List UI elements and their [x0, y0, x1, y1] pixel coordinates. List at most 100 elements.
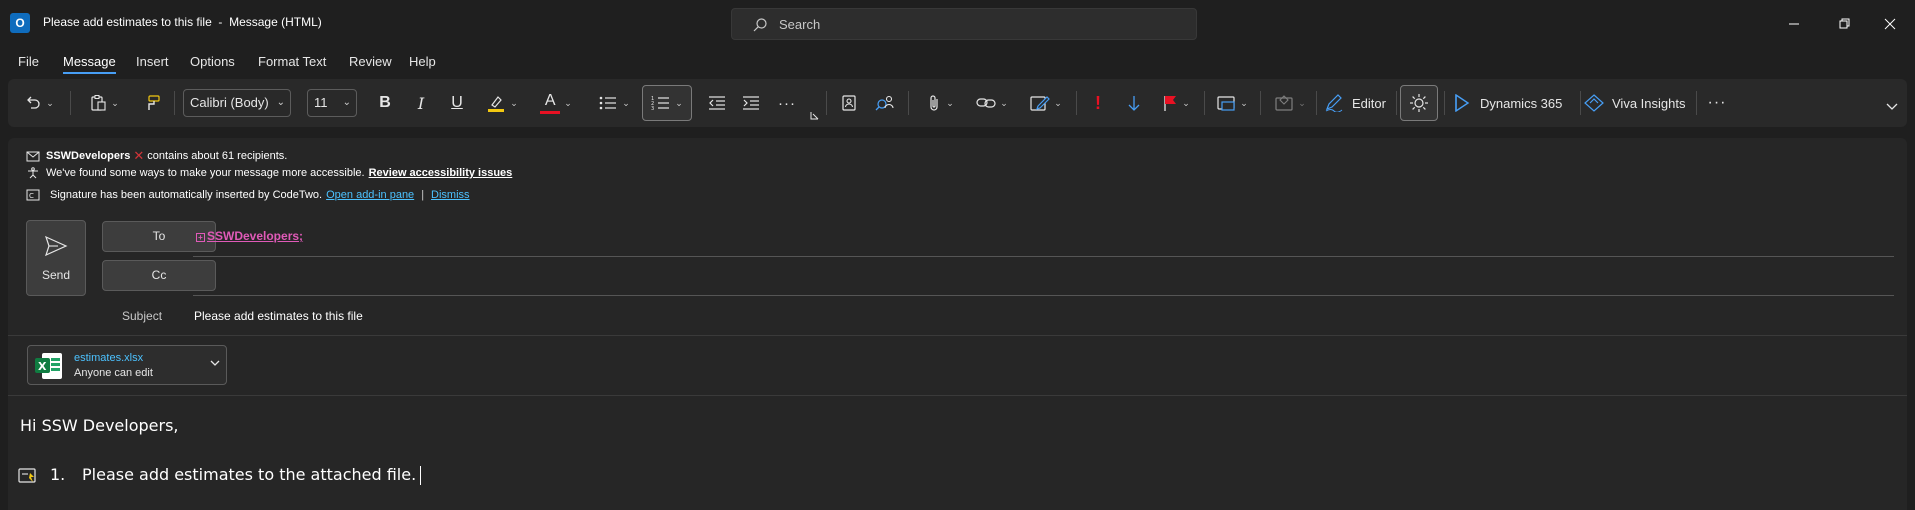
accessibility-infobar: We've found some ways to make your messa… [26, 167, 512, 179]
menu-help[interactable]: Help [409, 54, 436, 69]
viva-insights-button[interactable]: Viva Insights [1584, 89, 1696, 117]
font-name-select[interactable]: Calibri (Body) ⌄ [183, 89, 291, 117]
font-size-select[interactable]: 11 ⌄ [307, 89, 357, 117]
mail-icon [26, 151, 40, 162]
expand-group-icon[interactable]: + [196, 233, 205, 242]
highlight-button[interactable]: ⌄ [480, 89, 524, 117]
menu-review[interactable]: Review [349, 54, 392, 69]
increase-indent-icon [743, 96, 759, 110]
font-color-letter: A [544, 92, 556, 109]
increase-indent-button[interactable] [738, 89, 764, 117]
remove-icon[interactable]: ✕ [133, 148, 144, 164]
chevron-down-icon [1886, 103, 1898, 110]
accessibility-icon [28, 167, 38, 179]
ribbon-toolbar: ⌄ ⌄ Calibri (Body) ⌄ 11 ⌄ B I U ⌄ A ⌄ ⌄ … [8, 79, 1907, 127]
format-painter-button[interactable] [138, 89, 166, 117]
menu-insert[interactable]: Insert [136, 54, 169, 69]
undo-button[interactable]: ⌄ [16, 89, 62, 117]
bold-button[interactable]: B [372, 89, 398, 117]
low-importance-button[interactable] [1122, 89, 1146, 117]
window-title: Please add estimates to this file - Mess… [43, 15, 322, 29]
link-button[interactable]: ⌄ [970, 89, 1014, 117]
excel-file-icon: X [35, 353, 62, 379]
outlook-icon: O [10, 13, 30, 33]
cc-button[interactable]: Cc [102, 260, 216, 291]
to-suffix: ; [299, 229, 304, 243]
send-label: Send [41, 268, 71, 282]
open-add-in-pane-link[interactable]: Open add-in pane [326, 189, 414, 201]
send-icon [44, 235, 68, 257]
attach-file-button[interactable]: ⌄ [920, 89, 960, 117]
signature-button[interactable]: ⌄ [1024, 89, 1068, 117]
svg-text:X: X [38, 360, 47, 373]
body-greeting[interactable]: Hi SSW Developers, [20, 416, 179, 435]
search-input[interactable]: Search [731, 8, 1197, 40]
infobar-separator: | [421, 189, 425, 201]
immersive-reader-button[interactable] [1400, 85, 1438, 121]
dialog-launcher-button[interactable] [808, 109, 820, 121]
decrease-indent-button[interactable] [704, 89, 730, 117]
more-basic-text-button[interactable]: ··· [774, 89, 800, 117]
paperclip-icon [930, 95, 938, 111]
svg-text:C: C [29, 192, 34, 200]
menu-options[interactable]: Options [190, 54, 235, 69]
save-to-onenote-button[interactable]: ⌄ [1212, 89, 1252, 117]
underline-button[interactable]: U [444, 89, 470, 117]
attachment-card[interactable]: X estimates.xlsx Anyone can edit [27, 345, 227, 385]
list-item-text[interactable]: Please add estimates to the attached fil… [82, 465, 416, 484]
search-placeholder: Search [779, 17, 821, 32]
menu-format-text[interactable]: Format Text [258, 54, 326, 69]
sensitivity-icon [1275, 95, 1293, 111]
svg-text:3: 3 [651, 106, 654, 112]
address-book-icon [842, 95, 856, 111]
send-button[interactable]: Send [26, 220, 86, 296]
minimize-button[interactable] [1782, 12, 1806, 36]
to-field[interactable]: + SSWDevelopers; [196, 229, 303, 243]
dismiss-link[interactable]: Dismiss [431, 189, 470, 201]
more-options-button[interactable]: ··· [1704, 89, 1730, 117]
menu-message[interactable]: Message [63, 54, 116, 74]
chevron-down-icon: ⌄ [342, 97, 351, 108]
to-recipient[interactable]: SSWDevelopers [207, 229, 299, 243]
subject-input[interactable]: Please add estimates to this file [194, 309, 363, 323]
recipients-text: contains about 61 recipients. [147, 150, 288, 162]
list-number: 1. [50, 465, 66, 484]
archive-icon [1217, 96, 1235, 111]
address-book-button[interactable] [836, 89, 862, 117]
review-accessibility-link[interactable]: Review accessibility issues [369, 167, 513, 179]
dynamics-365-button[interactable]: Dynamics 365 [1454, 89, 1574, 117]
editor-button[interactable]: Editor [1324, 89, 1410, 117]
menu-file[interactable]: File [18, 54, 39, 69]
paste-button[interactable]: ⌄ [82, 89, 126, 117]
to-field-underline [193, 256, 1894, 257]
undo-icon [27, 96, 40, 109]
recipients-infobar: SSWDevelopers ✕ contains about 61 recipi… [26, 148, 287, 164]
bullets-button[interactable]: ⌄ [592, 89, 636, 117]
sensitivity-button[interactable]: ⌄ [1270, 89, 1310, 117]
signature-icon [1030, 96, 1051, 111]
font-name-value: Calibri (Body) [190, 95, 269, 110]
codetwo-icon: C [26, 189, 40, 201]
attachment-menu-button[interactable] [210, 358, 220, 370]
high-importance-button[interactable]: ! [1086, 89, 1110, 117]
attachment-filename[interactable]: estimates.xlsx [74, 352, 143, 364]
viva-insights-label: Viva Insights [1612, 95, 1686, 111]
dynamics-365-icon [1455, 94, 1470, 112]
link-icon [976, 98, 996, 108]
numbered-list-icon: 123 [651, 96, 670, 112]
arrow-down-icon [1128, 96, 1140, 111]
collapse-ribbon-button[interactable] [1884, 99, 1900, 115]
list-action-icon[interactable] [18, 467, 38, 485]
check-names-button[interactable] [872, 89, 898, 117]
decrease-indent-icon [709, 96, 725, 110]
check-names-icon [875, 95, 894, 111]
text-cursor [420, 466, 422, 485]
follow-up-flag-button[interactable]: ⌄ [1156, 89, 1196, 117]
body-list-item[interactable]: 1. Please add estimates to the attached f… [50, 465, 422, 485]
numbering-button[interactable]: 123 ⌄ [642, 85, 692, 121]
restore-button[interactable] [1832, 12, 1856, 36]
cc-field[interactable] [193, 295, 1894, 296]
italic-button[interactable]: I [408, 89, 434, 117]
close-button[interactable] [1878, 12, 1902, 36]
font-color-button[interactable]: A ⌄ [534, 89, 578, 117]
